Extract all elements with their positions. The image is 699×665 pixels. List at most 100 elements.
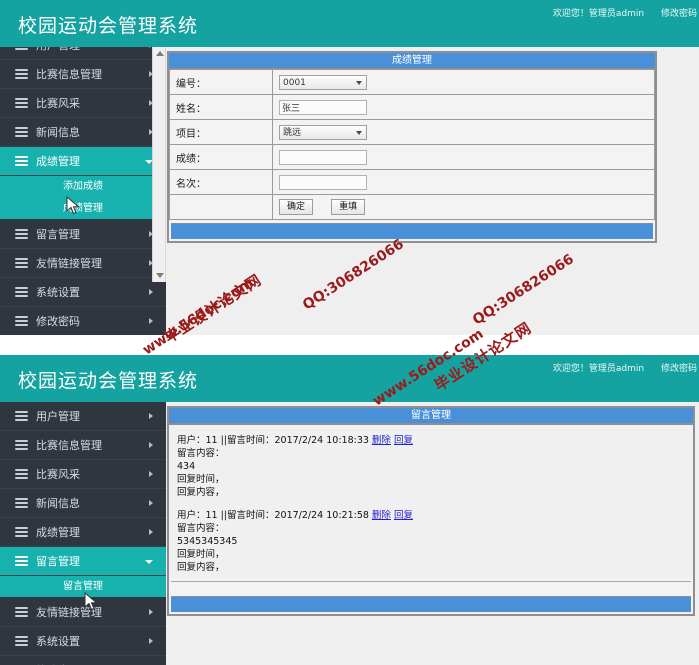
field-text-3[interactable] <box>279 149 367 165</box>
sidebar-item-label: 比赛信息管理 <box>36 439 102 452</box>
sidebar-item-label: 留言管理 <box>36 555 80 568</box>
sidebar-item-3[interactable]: 新闻信息 <box>0 489 166 518</box>
sidebar-item-after-1[interactable]: 系统设置 <box>0 627 166 656</box>
delete-link[interactable]: 删除 <box>372 435 391 446</box>
app-body-top: 用户管理比赛信息管理比赛风采新闻信息成绩管理添加成绩成绩管理留言管理友情链接管理… <box>0 47 699 335</box>
field-select-2[interactable]: 跳远 <box>279 124 367 140</box>
reply-content-label: 回复内容， <box>177 487 225 498</box>
sidebar-top[interactable]: 用户管理比赛信息管理比赛风采新闻信息成绩管理添加成绩成绩管理留言管理友情链接管理… <box>0 47 166 335</box>
form-row-label: 编号： <box>169 69 273 95</box>
form-row-0: 编号： 0001 <box>169 69 655 95</box>
form-row-field <box>272 169 655 195</box>
sidebar-item-0[interactable]: 用户管理 <box>0 47 166 60</box>
message-board-panel: 留言管理 用户：11 ||留言时间：2017/2/24 10:18:33 删除 回复… <box>167 406 695 616</box>
form-row-field: 跳远 <box>272 119 655 145</box>
form-row-field: 0001 <box>272 69 655 95</box>
mouse-cursor-top <box>66 196 80 215</box>
form-actions-spacer <box>169 194 273 220</box>
reply-link[interactable]: 回复 <box>394 510 413 521</box>
message-content-label: 留言内容： <box>177 523 225 534</box>
reset-button[interactable]: 重填 <box>331 199 366 215</box>
sidebar-item-4[interactable]: 成绩管理 <box>0 518 166 547</box>
sidebar-item-label: 成绩管理 <box>36 155 80 168</box>
sidebar-item-label: 用户管理 <box>36 410 80 423</box>
field-text-4[interactable] <box>279 174 367 190</box>
sidebar-bottom[interactable]: 用户管理 比赛信息管理 比赛风采 新闻信息 成绩管理 留言管理 留言管理 友情链接管理 系统设置… <box>0 402 166 665</box>
delete-link[interactable]: 删除 <box>372 510 391 521</box>
scroll-up-icon[interactable] <box>156 51 164 56</box>
scroll-down-icon[interactable] <box>156 273 164 278</box>
sidebar-item-after-1[interactable]: 友情链接管理 <box>0 249 166 278</box>
sidebar-item-after-0[interactable]: 留言管理 <box>0 220 166 249</box>
sidebar-item-after-0[interactable]: 友情链接管理 <box>0 598 166 627</box>
sidebar-item-label: 用户管理 <box>36 47 80 52</box>
stack-icon <box>15 98 28 109</box>
content-scrollbar[interactable] <box>152 47 166 282</box>
chevron-icon <box>149 500 153 506</box>
sidebar-subitem-label: 添加成绩 <box>63 181 103 192</box>
screenshot-root: 校园运动会管理系统 欢迎您！管理员admin 修改密码 用户管理比赛信息管理比赛… <box>0 0 699 665</box>
field-value: 0001 <box>283 77 306 88</box>
mouse-cursor-bottom <box>84 592 98 611</box>
form-row-4: 名次： <box>169 169 655 195</box>
stack-icon <box>15 229 28 240</box>
sidebar-item-after-3[interactable]: 修改密码 <box>0 307 166 335</box>
page-title: 校园运动会管理系统 <box>18 15 199 37</box>
sidebar-item-4[interactable]: 成绩管理 <box>0 147 166 176</box>
sidebar-item-label: 比赛信息管理 <box>36 68 102 81</box>
form-row-3: 成绩： <box>169 144 655 170</box>
chevron-icon <box>149 318 153 324</box>
submit-button[interactable]: 确定 <box>279 199 313 215</box>
sidebar-item-3[interactable]: 新闻信息 <box>0 118 166 147</box>
sidebar-item-label: 新闻信息 <box>36 126 80 139</box>
stack-icon <box>15 156 28 167</box>
sidebar-item-label: 系统设置 <box>36 635 80 648</box>
screenshot-divider <box>0 335 699 355</box>
message-content: 5345345345 <box>177 536 238 547</box>
sidebar-menu-top: 用户管理比赛信息管理比赛风采新闻信息成绩管理添加成绩成绩管理留言管理友情链接管理… <box>0 47 166 335</box>
sidebar-item-2[interactable]: 比赛风采 <box>0 89 166 118</box>
message-content-label: 留言内容： <box>177 448 225 459</box>
app-header-bottom: 校园运动会管理系统 欢迎您！管理员admin 修改密码 <box>0 355 699 402</box>
message-content: 434 <box>177 461 196 472</box>
chevron-icon <box>149 609 153 615</box>
change-password-link-bottom[interactable]: 修改密码 <box>661 364 697 374</box>
field-text-1[interactable] <box>279 99 367 115</box>
sidebar-item-2[interactable]: 比赛风采 <box>0 460 166 489</box>
stack-icon <box>15 127 28 138</box>
stack-icon <box>15 607 28 618</box>
stack-icon <box>15 316 28 327</box>
sidebar-item-1[interactable]: 比赛信息管理 <box>0 431 166 460</box>
sidebar-item-0[interactable]: 用户管理 <box>0 402 166 431</box>
sidebar-item-label: 比赛风采 <box>36 97 80 110</box>
chevron-icon <box>149 289 153 295</box>
message-header: 用户：11 ||留言时间：2017/2/24 10:18:33 删除 回复 <box>177 434 693 447</box>
sidebar-item-1[interactable]: 比赛信息管理 <box>0 60 166 89</box>
reply-link[interactable]: 回复 <box>394 435 413 446</box>
message-item-1: 用户：11 ||留言时间：2017/2/24 10:21:58 删除 回复 留言内容：… <box>169 508 693 577</box>
sidebar-subitem-0[interactable]: 添加成绩 <box>0 176 166 198</box>
stack-icon <box>15 498 28 509</box>
sidebar-item-after-2[interactable]: 修改密码 <box>0 656 166 665</box>
sidebar-item-after-2[interactable]: 系统设置 <box>0 278 166 307</box>
sidebar-item-5[interactable]: 留言管理 <box>0 547 166 576</box>
sidebar-subitem-0[interactable]: 留言管理 <box>0 576 166 598</box>
chevron-icon <box>149 442 153 448</box>
form-row-field <box>272 144 655 170</box>
chevron-icon <box>149 638 153 644</box>
app-body-bottom: 用户管理 比赛信息管理 比赛风采 新闻信息 成绩管理 留言管理 留言管理 友情链接管理 系统设置… <box>0 402 699 665</box>
sidebar-subitem-1[interactable]: 成绩管理 <box>0 198 166 220</box>
field-value: 跳远 <box>283 127 302 138</box>
page-title-bottom: 校园运动会管理系统 <box>18 370 199 392</box>
stack-icon <box>15 440 28 451</box>
sidebar-item-label: 比赛风采 <box>36 468 80 481</box>
message-list: 用户：11 ||留言时间：2017/2/24 10:18:33 删除 回复 留言内容：… <box>169 424 693 577</box>
user-bar: 欢迎您！管理员admin 修改密码 <box>539 6 697 19</box>
content-area-bottom: 留言管理 用户：11 ||留言时间：2017/2/24 10:18:33 删除 回复… <box>167 406 695 616</box>
sidebar-menu-bottom: 用户管理 比赛信息管理 比赛风采 新闻信息 成绩管理 留言管理 留言管理 友情链接管理 系统设置… <box>0 402 166 665</box>
field-select-0[interactable]: 0001 <box>279 74 367 90</box>
panel-footer-bar-top <box>171 223 653 239</box>
form-row-1: 姓名： <box>169 94 655 120</box>
chevron-icon <box>149 413 153 419</box>
change-password-link[interactable]: 修改密码 <box>661 9 697 19</box>
